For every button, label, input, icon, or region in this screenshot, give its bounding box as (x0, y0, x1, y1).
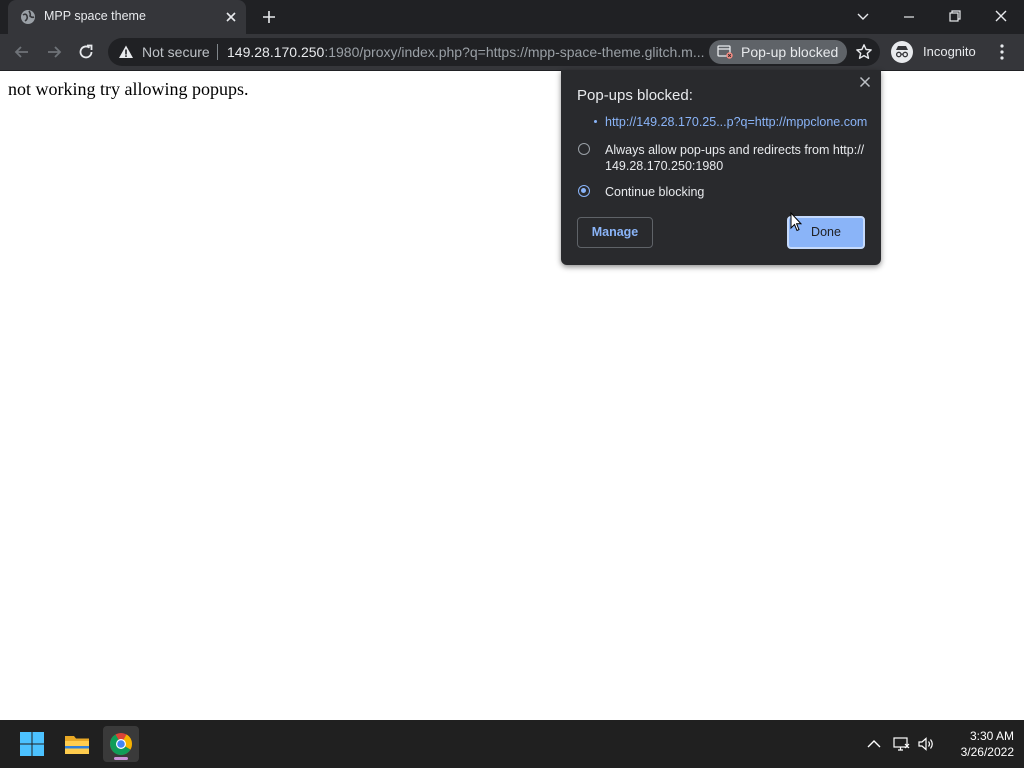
tab-title: MPP space theme (44, 9, 146, 23)
chrome-taskbar-button[interactable] (103, 726, 139, 762)
tab-strip: MPP space theme (0, 0, 1024, 34)
warning-icon[interactable] (118, 44, 134, 60)
file-explorer-button[interactable] (59, 726, 95, 762)
popup-blocked-chip[interactable]: Pop-up blocked (709, 40, 847, 64)
radio-continue-blocking[interactable] (578, 185, 590, 197)
network-icon[interactable] (892, 735, 910, 753)
continue-blocking-label[interactable]: Continue blocking (605, 184, 704, 200)
url-path: :1980/proxy/index.php?q=https://mpp-spac… (324, 44, 705, 60)
blocked-popup-link[interactable]: http://149.28.170.25...p?q=http://mppclo… (605, 115, 867, 129)
close-icon[interactable] (989, 6, 1013, 28)
incognito-icon (891, 41, 913, 63)
tab-close-icon[interactable] (224, 10, 238, 24)
url-text[interactable]: 149.28.170.250:1980/proxy/index.php?q=ht… (227, 44, 707, 60)
new-tab-icon[interactable] (262, 10, 276, 24)
forward-icon[interactable] (45, 43, 63, 61)
mouse-cursor-icon (790, 212, 802, 232)
always-allow-line2: 149.28.170.250:1980 (605, 159, 724, 173)
popup-blocked-dialog: Pop-ups blocked: http://149.28.170.25...… (561, 70, 881, 265)
manage-button[interactable]: Manage (577, 217, 653, 248)
taskbar-clock[interactable]: 3:30 AM 3/26/2022 (940, 728, 1014, 760)
clock-date: 3/26/2022 (960, 745, 1014, 759)
globe-icon (21, 10, 35, 24)
incognito-label: Incognito (923, 44, 976, 59)
divider (217, 44, 218, 60)
clock-time: 3:30 AM (969, 729, 1014, 743)
start-icon (20, 732, 44, 756)
restore-icon[interactable] (943, 6, 967, 28)
security-label[interactable]: Not secure (142, 44, 210, 60)
address-bar[interactable]: Not secure 149.28.170.250:1980/proxy/ind… (108, 38, 880, 66)
list-bullet (594, 120, 597, 123)
incognito-indicator[interactable]: Incognito (887, 39, 983, 65)
start-button[interactable] (14, 726, 50, 762)
taskbar: 3:30 AM 3/26/2022 (0, 720, 1024, 768)
always-allow-label[interactable]: Always allow pop-ups and redirects from … (605, 142, 864, 174)
url-host: 149.28.170.250 (227, 44, 325, 60)
browser-toolbar: Not secure 149.28.170.250:1980/proxy/ind… (0, 34, 1024, 71)
popup-blocked-icon (717, 45, 733, 59)
dialog-title: Pop-ups blocked: (577, 87, 693, 104)
more-menu-icon[interactable] (995, 43, 1009, 61)
reload-icon[interactable] (77, 43, 95, 61)
bookmark-star-icon[interactable] (855, 43, 873, 61)
popup-chip-label: Pop-up blocked (741, 44, 839, 60)
tab-search-icon[interactable] (851, 6, 875, 28)
volume-icon[interactable] (917, 735, 935, 753)
show-hidden-icons-icon[interactable] (865, 735, 883, 753)
always-allow-line1: Always allow pop-ups and redirects from … (605, 143, 865, 157)
tab-active[interactable]: MPP space theme (8, 0, 246, 34)
running-indicator (114, 757, 128, 760)
back-icon[interactable] (13, 43, 31, 61)
dialog-close-icon[interactable] (859, 76, 871, 88)
page-body-text: not working try allowing popups. (8, 79, 249, 99)
radio-always-allow[interactable] (578, 143, 590, 155)
file-explorer-icon (65, 736, 89, 754)
minimize-icon[interactable] (897, 6, 921, 28)
